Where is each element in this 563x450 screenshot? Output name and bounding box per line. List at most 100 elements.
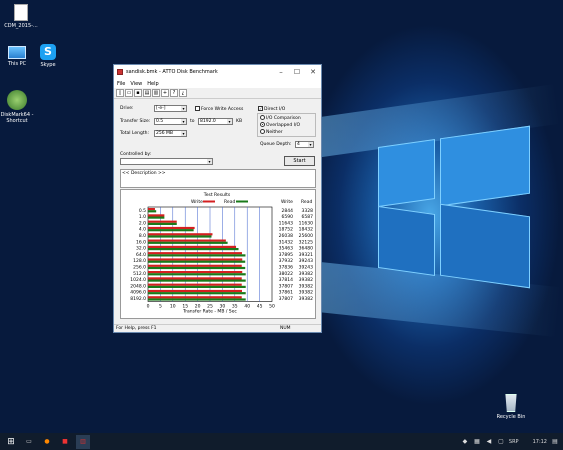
close-icon[interactable]: ✕	[305, 65, 321, 79]
shield-icon[interactable]: ◆	[461, 435, 469, 449]
desktop-icon-cdm[interactable]: CDM_2015-...	[0, 4, 42, 29]
help-icon[interactable]: ?	[170, 89, 178, 97]
write-bar	[148, 283, 242, 286]
start-button[interactable]: Start	[284, 156, 315, 166]
total-length-value: 256 MB	[156, 131, 173, 136]
title-bar[interactable]: sandisk.bmk - ATTO Disk Benchmark – ☐ ✕	[114, 65, 321, 79]
write-bar	[148, 239, 226, 242]
write-bar	[148, 226, 195, 230]
action-center-icon[interactable]: ▤	[551, 435, 559, 449]
controlled-by-select[interactable]: ▾	[120, 158, 213, 165]
save-icon[interactable]: ▪	[134, 89, 142, 97]
write-value: 6590	[282, 214, 294, 220]
app-icon	[117, 69, 123, 75]
menu-help[interactable]: Help	[147, 81, 158, 87]
print-icon[interactable]: ▤	[143, 89, 151, 97]
category-label: 4.0	[139, 227, 146, 233]
x-axis-label: Transfer Rate - MB / Sec	[182, 309, 237, 315]
write-value: 37932	[279, 258, 293, 264]
drive-value: [-e-]	[156, 106, 166, 111]
read-value: 39321	[299, 252, 313, 258]
write-bar	[148, 208, 155, 211]
desktop-icon-skype[interactable]: S Skype	[27, 44, 69, 68]
atto-taskbar-icon[interactable]: ▥	[76, 434, 90, 449]
read-value: 36480	[299, 246, 313, 252]
logo-pane-bottom-right	[440, 203, 530, 289]
overlapped-io-radio[interactable]: Overlapped I/O	[260, 122, 300, 128]
read-value: 3328	[302, 208, 314, 214]
maximize-icon[interactable]: ☐	[289, 65, 305, 79]
menu-file[interactable]: File	[117, 81, 125, 87]
column-header-read: Read	[301, 199, 312, 205]
category-label: 1.0	[139, 214, 146, 220]
category-label: 8.0	[139, 233, 146, 239]
desktop-icon-diskmark[interactable]: DiskMark64 - Shortcut	[0, 90, 38, 124]
write-value: 11643	[279, 220, 293, 226]
chart-title: Test Results	[203, 192, 231, 198]
window-title: sandisk.bmk - ATTO Disk Benchmark	[126, 69, 218, 75]
drive-select[interactable]: [-e-] ▾	[154, 105, 187, 112]
write-bar	[148, 252, 242, 255]
task-view-icon[interactable]: ▭	[22, 435, 36, 449]
logo-pane-top-left	[378, 138, 435, 208]
logo-pane-top-right	[440, 125, 530, 207]
desktop-icon-label: This PC	[7, 61, 27, 67]
menu-view[interactable]: View	[130, 81, 142, 87]
neither-label: Neither	[266, 130, 283, 135]
transfer-to-select[interactable]: 8192.0 ▾	[198, 118, 233, 125]
diskmark-icon	[7, 90, 27, 110]
read-value: 32125	[299, 239, 313, 245]
category-label: 0.5	[139, 208, 146, 214]
volume-icon[interactable]: ◀	[485, 435, 493, 449]
x-tick-label: 50	[269, 304, 275, 310]
io-comparison-label: I/O Comparison	[266, 116, 301, 121]
desktop-icon-label: CDM_2015-...	[4, 23, 38, 29]
app-icon[interactable]: ■	[58, 435, 72, 449]
read-bar	[148, 285, 246, 288]
radio-selected-icon	[260, 122, 265, 127]
desktop-icon-recycle-bin[interactable]: Recycle Bin	[490, 394, 532, 420]
radio-icon	[260, 129, 265, 134]
io-comparison-radio[interactable]: I/O Comparison	[260, 115, 301, 121]
read-bar	[148, 216, 165, 219]
transfer-from-select[interactable]: 0.5 ▾	[154, 118, 187, 125]
write-value: 38022	[279, 271, 293, 277]
read-bar	[148, 279, 246, 282]
category-label: 128.0	[133, 258, 146, 264]
category-label: 4096.0	[130, 290, 146, 296]
queue-depth-select[interactable]: 4 ▾	[295, 141, 314, 148]
context-help-icon[interactable]: ¿	[179, 89, 187, 97]
chart-icon[interactable]: ▥	[152, 89, 160, 97]
write-value: 37814	[279, 277, 293, 283]
new-icon[interactable]: ▯	[116, 89, 124, 97]
language-indicator[interactable]: SRP	[509, 439, 519, 445]
crosshair-icon[interactable]: +	[161, 89, 169, 97]
network-icon[interactable]: ▦	[473, 435, 481, 449]
category-label: 512.0	[133, 271, 146, 277]
direct-io-checkbox[interactable]: ✓ Direct I/O	[258, 106, 285, 112]
category-label: 2.0	[139, 220, 146, 226]
start-icon[interactable]: ⊞	[4, 435, 18, 449]
x-tick-label: 40	[244, 304, 250, 310]
chart-svg: Test ResultsWrite Read Write Read0 5 10 15 20 25…	[130, 192, 314, 315]
description-box[interactable]: << Description >>	[120, 169, 316, 188]
write-bar	[148, 233, 213, 236]
minimize-icon[interactable]: –	[273, 65, 289, 79]
chevron-down-icon: ▾	[181, 119, 186, 124]
force-write-checkbox[interactable]: Force Write Access	[195, 106, 243, 112]
x-tick-label: 45	[257, 304, 263, 310]
firefox-icon[interactable]: ●	[40, 435, 54, 449]
test-results-chart: Test Results Write Read Write Read 0 5 10 15 20 25…	[120, 189, 316, 319]
neither-radio[interactable]: Neither	[260, 129, 283, 135]
clock[interactable]: 17:12	[533, 439, 547, 445]
total-length-select[interactable]: 256 MB ▾	[154, 130, 187, 137]
read-bar	[148, 248, 239, 251]
read-bar	[148, 222, 177, 225]
taskbar: ⊞ ▭ ● ■ ▥ ◆ ▦ ◀ ▢ SRP 17:12 ▤	[0, 433, 563, 450]
open-icon[interactable]: ▭	[125, 89, 133, 97]
num-indicator: NUM	[280, 326, 291, 331]
category-label: 32.0	[136, 246, 146, 252]
force-write-label: Force Write Access	[201, 107, 244, 112]
write-value: 37807	[279, 283, 293, 289]
notification-icon[interactable]: ▢	[497, 435, 505, 449]
